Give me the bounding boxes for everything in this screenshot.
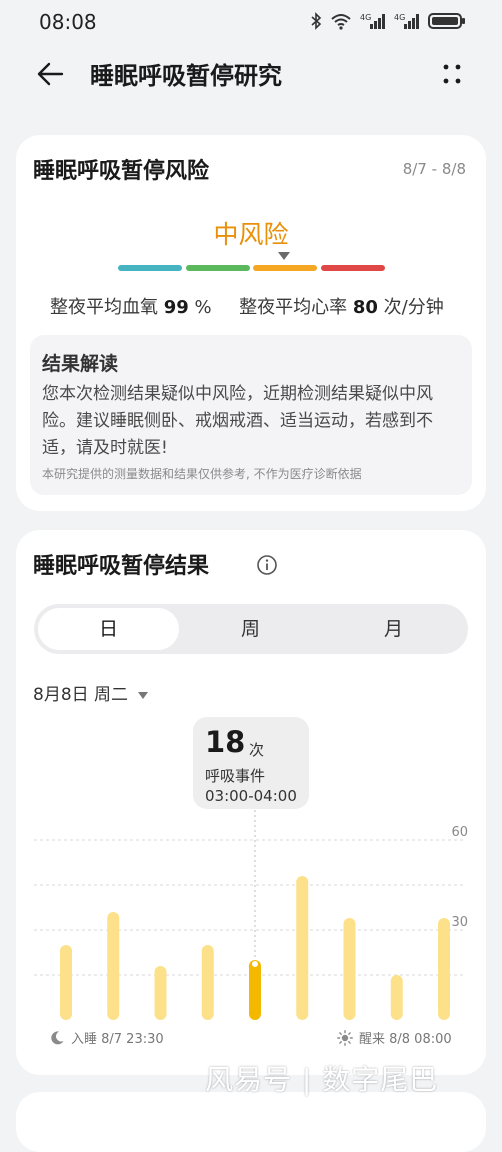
status-time: 08:08	[39, 10, 97, 34]
tooltip-label: 呼吸事件	[205, 767, 266, 785]
wake-legend: 醒来 8/8 08:00	[337, 1028, 452, 1047]
status-bar: 08:08 4G 4G	[0, 0, 502, 44]
tab-day[interactable]: 日	[38, 608, 179, 650]
results-card: 睡眠呼吸暂停结果 日 周 月 8月8日 周二 18 次 呼吸事件 03:00-0…	[16, 530, 486, 1075]
bar[interactable]	[60, 945, 72, 1020]
spo2-unit: %	[194, 297, 212, 318]
wake-time-label: 醒来 8/8 08:00	[359, 1032, 452, 1047]
interpretation-title: 结果解读	[42, 353, 119, 375]
status-icons: 4G 4G	[310, 12, 466, 30]
sun-icon	[337, 1029, 353, 1046]
date-range: 8/7 - 8/8	[402, 160, 466, 178]
spo2-label: 整夜平均血氧	[50, 297, 158, 318]
date-selector[interactable]: 8月8日 周二	[33, 680, 149, 705]
page-title: 睡眠呼吸暂停研究	[90, 62, 282, 90]
signal-4g-icon: 4G	[360, 13, 385, 29]
metrics-row: 整夜平均血氧 99 % 整夜平均心率 80 次/分钟	[50, 293, 444, 319]
tab-month[interactable]: 月	[323, 608, 464, 650]
hr-value: 80	[352, 297, 378, 318]
tooltip-count: 18	[205, 725, 246, 759]
back-arrow-icon[interactable]	[34, 58, 66, 90]
tab-week[interactable]: 周	[180, 608, 321, 650]
period-tabs: 日 周 月	[34, 604, 468, 654]
watermark: 风易号 | 数字尾巴	[205, 1063, 439, 1096]
disclaimer: 本研究提供的测量数据和结果仅供参考, 不作为医疗诊断依据	[42, 467, 362, 481]
risk-level: 中风险	[213, 220, 289, 249]
sleep-start-label: 入睡 8/7 23:30	[71, 1032, 164, 1047]
y-tick-label: 60	[451, 825, 468, 840]
risk-segment-low	[118, 265, 182, 271]
sleep-start-legend: 入睡 8/7 23:30	[49, 1028, 164, 1047]
battery-icon	[428, 13, 465, 29]
bar[interactable]	[390, 975, 403, 1020]
risk-card: 睡眠呼吸暂停风险 8/7 - 8/8 中风险 整夜平均血氧 99 % 整夜平均心…	[16, 135, 486, 511]
interpretation-box: 结果解读 您本次检测结果疑似中风险，近期检测结果疑似中风险。建议睡眠侧卧、戒烟戒…	[30, 335, 472, 495]
svg-text:4G: 4G	[394, 13, 405, 22]
bar[interactable]	[438, 918, 450, 1020]
risk-segment-medium	[253, 265, 317, 271]
bluetooth-icon	[311, 12, 322, 30]
app-bar: 睡眠呼吸暂停研究	[0, 46, 502, 102]
date-label: 8月8日 周二	[33, 685, 129, 705]
interpretation-body: 您本次检测结果疑似中风险，近期检测结果疑似中风险。建议睡眠侧卧、戒烟戒酒、适当运…	[42, 384, 433, 458]
next-card	[16, 1092, 486, 1152]
results-card-title: 睡眠呼吸暂停结果	[33, 554, 210, 579]
tooltip-unit: 次	[249, 741, 265, 759]
tooltip-time: 03:00-04:00	[205, 787, 297, 805]
signal-4g-icon-2: 4G	[394, 13, 419, 29]
wifi-icon	[331, 14, 351, 30]
bar[interactable]	[201, 945, 214, 1020]
bar[interactable]	[107, 912, 120, 1020]
bar-selected[interactable]	[249, 960, 261, 1020]
hr-unit: 次/分钟	[383, 297, 444, 318]
bar[interactable]	[343, 918, 356, 1020]
chevron-down-icon	[138, 691, 149, 699]
chart-tooltip: 18 次 呼吸事件 03:00-04:00	[193, 717, 309, 809]
spo2-value: 99	[163, 297, 189, 318]
more-options-icon[interactable]	[436, 58, 468, 90]
bar[interactable]	[296, 876, 309, 1020]
risk-card-title: 睡眠呼吸暂停风险	[33, 159, 210, 184]
selected-bar-dot	[252, 961, 258, 967]
risk-segment-mild	[186, 265, 250, 271]
moon-icon	[51, 1030, 64, 1044]
risk-pointer-icon	[278, 252, 290, 260]
svg-text:4G: 4G	[360, 13, 371, 22]
risk-segment-high	[321, 265, 385, 271]
bar[interactable]	[154, 966, 167, 1020]
hr-label: 整夜平均心率	[239, 297, 348, 318]
y-tick-label: 30	[451, 915, 468, 930]
info-icon[interactable]	[256, 554, 278, 576]
